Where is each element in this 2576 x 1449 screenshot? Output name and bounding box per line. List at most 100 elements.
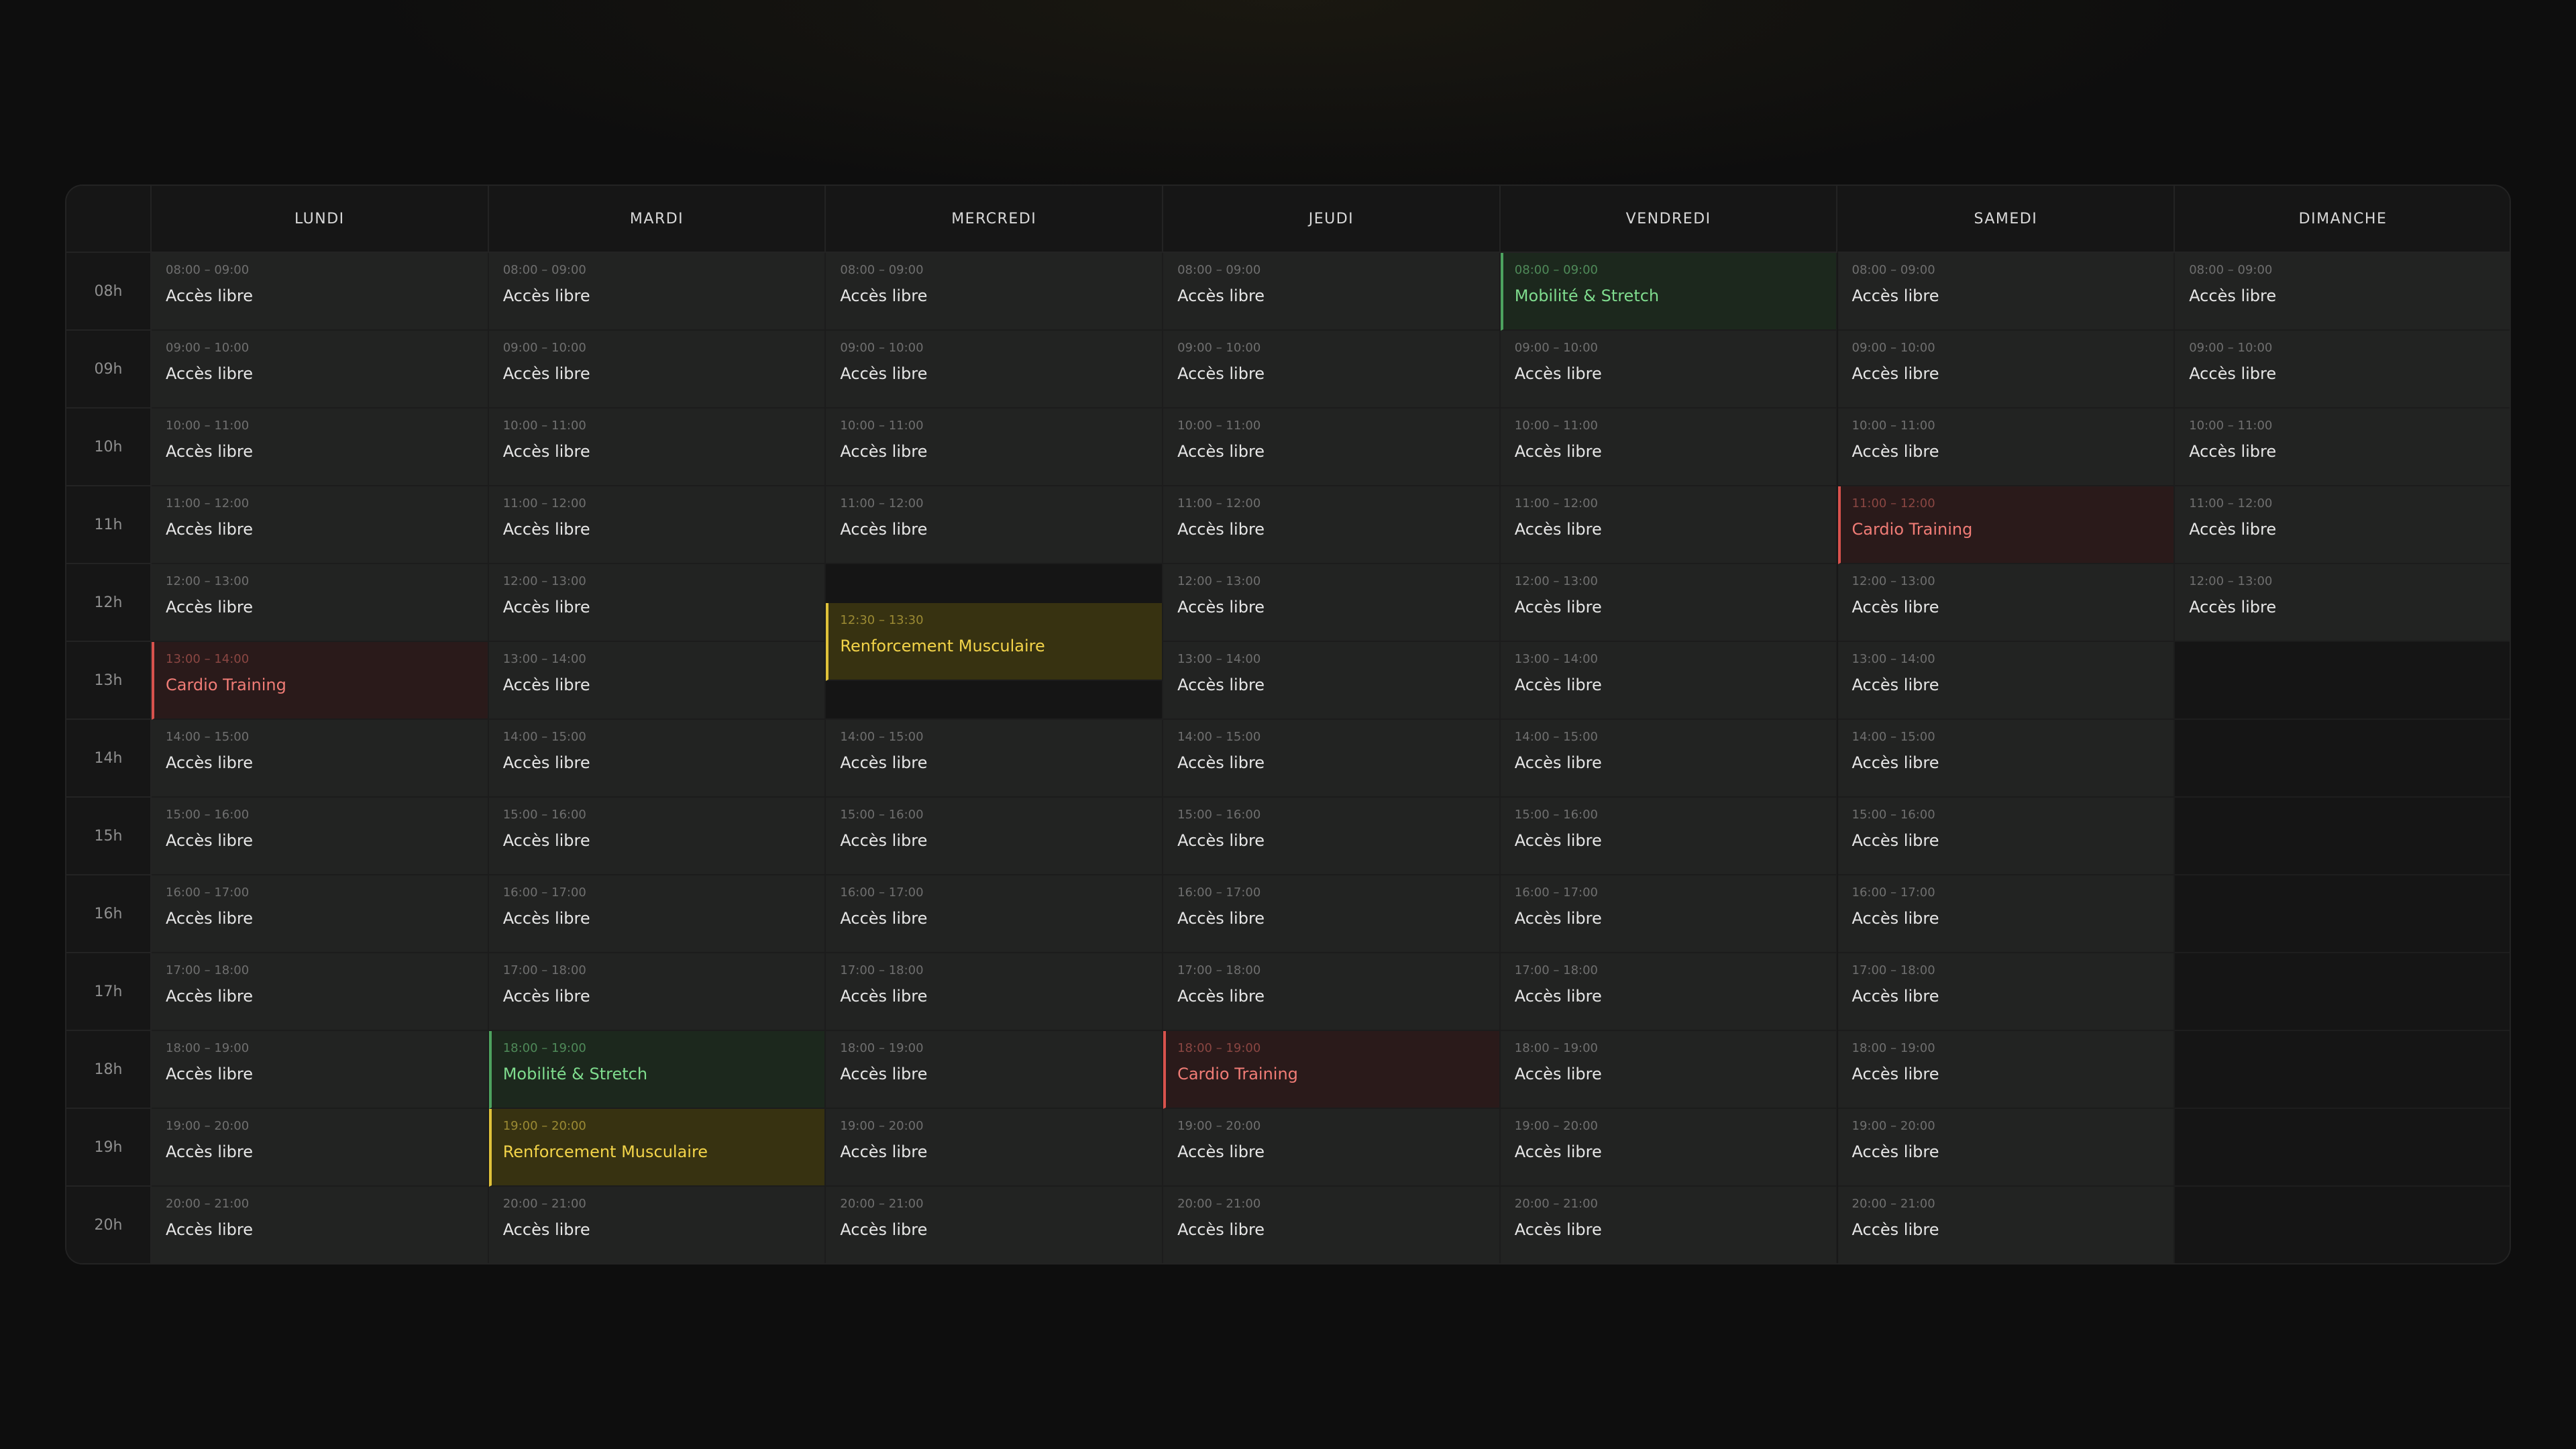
free-access-slot[interactable]: 08:00 – 09:00 Accès libre [488, 253, 826, 331]
free-access-slot[interactable]: 16:00 – 17:00 Accès libre [1837, 875, 2176, 953]
free-access-slot[interactable]: 11:00 – 12:00 Accès libre [488, 486, 826, 564]
free-access-slot[interactable]: 10:00 – 11:00 Accès libre [826, 409, 1164, 486]
free-access-slot[interactable]: 18:00 – 19:00 Accès libre [1837, 1031, 2176, 1109]
free-access-slot[interactable]: 14:00 – 15:00 Accès libre [1163, 720, 1501, 798]
free-access-slot[interactable]: 12:00 – 13:00 Accès libre [2175, 564, 2510, 642]
free-access-slot[interactable]: 17:00 – 18:00 Accès libre [1163, 953, 1501, 1031]
slot-time: 17:00 – 18:00 [1177, 963, 1261, 977]
free-access-slot[interactable]: 15:00 – 16:00 Accès libre [488, 798, 826, 875]
free-access-slot[interactable]: 08:00 – 09:00 Accès libre [1163, 253, 1501, 331]
free-access-slot[interactable]: 19:00 – 20:00 Accès libre [826, 1109, 1164, 1187]
hour-label: 18h [66, 1031, 152, 1109]
free-access-slot[interactable]: 11:00 – 12:00 Accès libre [1163, 486, 1501, 564]
free-access-slot[interactable]: 10:00 – 11:00 Accès libre [488, 409, 826, 486]
free-access-slot[interactable]: 12:00 – 13:00 Accès libre [152, 564, 489, 642]
slot-label: Accès libre [1514, 1142, 1602, 1161]
cardio-training-slot[interactable]: 13:00 – 14:00 Cardio Training [152, 642, 489, 720]
free-access-slot[interactable]: 11:00 – 12:00 Accès libre [1500, 486, 1838, 564]
free-access-slot[interactable]: 09:00 – 10:00 Accès libre [152, 331, 489, 409]
free-access-slot[interactable]: 10:00 – 11:00 Accès libre [1837, 409, 2176, 486]
free-access-slot[interactable]: 09:00 – 10:00 Accès libre [2175, 331, 2510, 409]
free-access-slot[interactable]: 17:00 – 18:00 Accès libre [1500, 953, 1838, 1031]
free-access-slot[interactable]: 09:00 – 10:00 Accès libre [488, 331, 826, 409]
slot-label: Accès libre [1177, 364, 1265, 383]
free-access-slot[interactable]: 14:00 – 15:00 Accès libre [826, 720, 1164, 798]
free-access-slot[interactable]: 17:00 – 18:00 Accès libre [488, 953, 826, 1031]
free-access-slot[interactable]: 18:00 – 19:00 Accès libre [152, 1031, 489, 1109]
free-access-slot[interactable]: 14:00 – 15:00 Accès libre [152, 720, 489, 798]
free-access-slot[interactable]: 09:00 – 10:00 Accès libre [1163, 331, 1501, 409]
free-access-slot[interactable]: 14:00 – 15:00 Accès libre [1837, 720, 2176, 798]
free-access-slot[interactable]: 10:00 – 11:00 Accès libre [1500, 409, 1838, 486]
slot-label: Cardio Training [166, 676, 286, 694]
free-access-slot[interactable]: 10:00 – 11:00 Accès libre [152, 409, 489, 486]
free-access-slot[interactable]: 17:00 – 18:00 Accès libre [152, 953, 489, 1031]
slot-label: Accès libre [840, 286, 928, 305]
slot-time: 12:00 – 13:00 [502, 574, 586, 588]
hour-label: 19h [66, 1109, 152, 1187]
free-access-slot[interactable]: 15:00 – 16:00 Accès libre [1500, 798, 1838, 875]
free-access-slot[interactable]: 19:00 – 20:00 Accès libre [1500, 1109, 1838, 1187]
free-access-slot[interactable]: 19:00 – 20:00 Accès libre [1163, 1109, 1501, 1187]
free-access-slot[interactable]: 20:00 – 21:00 Accès libre [1163, 1187, 1501, 1263]
slot-label: Accès libre [502, 676, 590, 694]
free-access-slot[interactable]: 08:00 – 09:00 Accès libre [826, 253, 1164, 331]
free-access-slot[interactable]: 12:00 – 13:00 Accès libre [488, 564, 826, 642]
mobility-stretch-slot[interactable]: 18:00 – 19:00 Mobilité & Stretch [488, 1031, 826, 1109]
free-access-slot[interactable]: 12:00 – 13:00 Accès libre [1837, 564, 2176, 642]
slot-time: 10:00 – 11:00 [2189, 419, 2273, 433]
free-access-slot[interactable]: 20:00 – 21:00 Accès libre [1500, 1187, 1838, 1263]
free-access-slot[interactable]: 16:00 – 17:00 Accès libre [1163, 875, 1501, 953]
free-access-slot[interactable]: 13:00 – 14:00 Accès libre [1500, 642, 1838, 720]
free-access-slot[interactable]: 12:00 – 13:00 Accès libre [1500, 564, 1838, 642]
slot-time: 11:00 – 12:00 [502, 496, 586, 511]
free-access-slot[interactable]: 16:00 – 17:00 Accès libre [488, 875, 826, 953]
free-access-slot[interactable]: 11:00 – 12:00 Accès libre [2175, 486, 2510, 564]
free-access-slot[interactable]: 15:00 – 16:00 Accès libre [826, 798, 1164, 875]
free-access-slot[interactable]: 09:00 – 10:00 Accès libre [826, 331, 1164, 409]
free-access-slot[interactable]: 11:00 – 12:00 Accès libre [152, 486, 489, 564]
free-access-slot[interactable]: 16:00 – 17:00 Accès libre [152, 875, 489, 953]
cardio-training-slot[interactable]: 18:00 – 19:00 Cardio Training [1163, 1031, 1501, 1109]
slot-label: Accès libre [2189, 286, 2277, 305]
free-access-slot[interactable]: 10:00 – 11:00 Accès libre [2175, 409, 2510, 486]
cardio-training-slot[interactable]: 11:00 – 12:00 Cardio Training [1837, 486, 2176, 564]
free-access-slot[interactable]: 08:00 – 09:00 Accès libre [1837, 253, 2176, 331]
free-access-slot[interactable]: 20:00 – 21:00 Accès libre [488, 1187, 826, 1263]
free-access-slot[interactable]: 08:00 – 09:00 Accès libre [2175, 253, 2510, 331]
free-access-slot[interactable]: 09:00 – 10:00 Accès libre [1837, 331, 2176, 409]
free-access-slot[interactable]: 13:00 – 14:00 Accès libre [1837, 642, 2176, 720]
strength-training-slot[interactable]: 19:00 – 20:00 Renforcement Musculaire [488, 1109, 826, 1187]
slot-label: Accès libre [502, 753, 590, 772]
free-access-slot[interactable]: 14:00 – 15:00 Accès libre [488, 720, 826, 798]
free-access-slot[interactable]: 10:00 – 11:00 Accès libre [1163, 409, 1501, 486]
free-access-slot[interactable]: 08:00 – 09:00 Accès libre [152, 253, 489, 331]
free-access-slot[interactable]: 15:00 – 16:00 Accès libre [1163, 798, 1501, 875]
free-access-slot[interactable]: 12:00 – 13:00 Accès libre [1163, 564, 1501, 642]
free-access-slot[interactable]: 16:00 – 17:00 Accès libre [826, 875, 1164, 953]
slot-time: 08:00 – 09:00 [502, 263, 586, 277]
free-access-slot[interactable]: 13:00 – 14:00 Accès libre [488, 642, 826, 720]
free-access-slot[interactable]: 19:00 – 20:00 Accès libre [1837, 1109, 2176, 1187]
free-access-slot[interactable]: 15:00 – 16:00 Accès libre [1837, 798, 2176, 875]
free-access-slot[interactable]: 18:00 – 19:00 Accès libre [826, 1031, 1164, 1109]
free-access-slot[interactable]: 16:00 – 17:00 Accès libre [1500, 875, 1838, 953]
free-access-slot[interactable]: 20:00 – 21:00 Accès libre [826, 1187, 1164, 1263]
free-access-slot[interactable]: 11:00 – 12:00 Accès libre [826, 486, 1164, 564]
free-access-slot[interactable]: 20:00 – 21:00 Accès libre [152, 1187, 489, 1263]
strength-training-slot[interactable]: 12:30 – 13:30 Renforcement Musculaire [826, 603, 1164, 681]
free-access-slot[interactable]: 15:00 – 16:00 Accès libre [152, 798, 489, 875]
slot-time: 16:00 – 17:00 [502, 885, 586, 900]
free-access-slot[interactable]: 18:00 – 19:00 Accès libre [1500, 1031, 1838, 1109]
slot-label: Accès libre [1514, 1065, 1602, 1083]
free-access-slot[interactable]: 13:00 – 14:00 Accès libre [1163, 642, 1501, 720]
free-access-slot[interactable]: 19:00 – 20:00 Accès libre [152, 1109, 489, 1187]
day-header-mercredi: MERCREDI [826, 186, 1164, 253]
mobility-stretch-slot[interactable]: 08:00 – 09:00 Mobilité & Stretch [1500, 253, 1838, 331]
free-access-slot[interactable]: 17:00 – 18:00 Accès libre [826, 953, 1164, 1031]
free-access-slot[interactable]: 17:00 – 18:00 Accès libre [1837, 953, 2176, 1031]
free-access-slot[interactable]: 20:00 – 21:00 Accès libre [1837, 1187, 2176, 1263]
free-access-slot[interactable]: 14:00 – 15:00 Accès libre [1500, 720, 1838, 798]
slot-time: 19:00 – 20:00 [1851, 1119, 1935, 1133]
free-access-slot[interactable]: 09:00 – 10:00 Accès libre [1500, 331, 1838, 409]
